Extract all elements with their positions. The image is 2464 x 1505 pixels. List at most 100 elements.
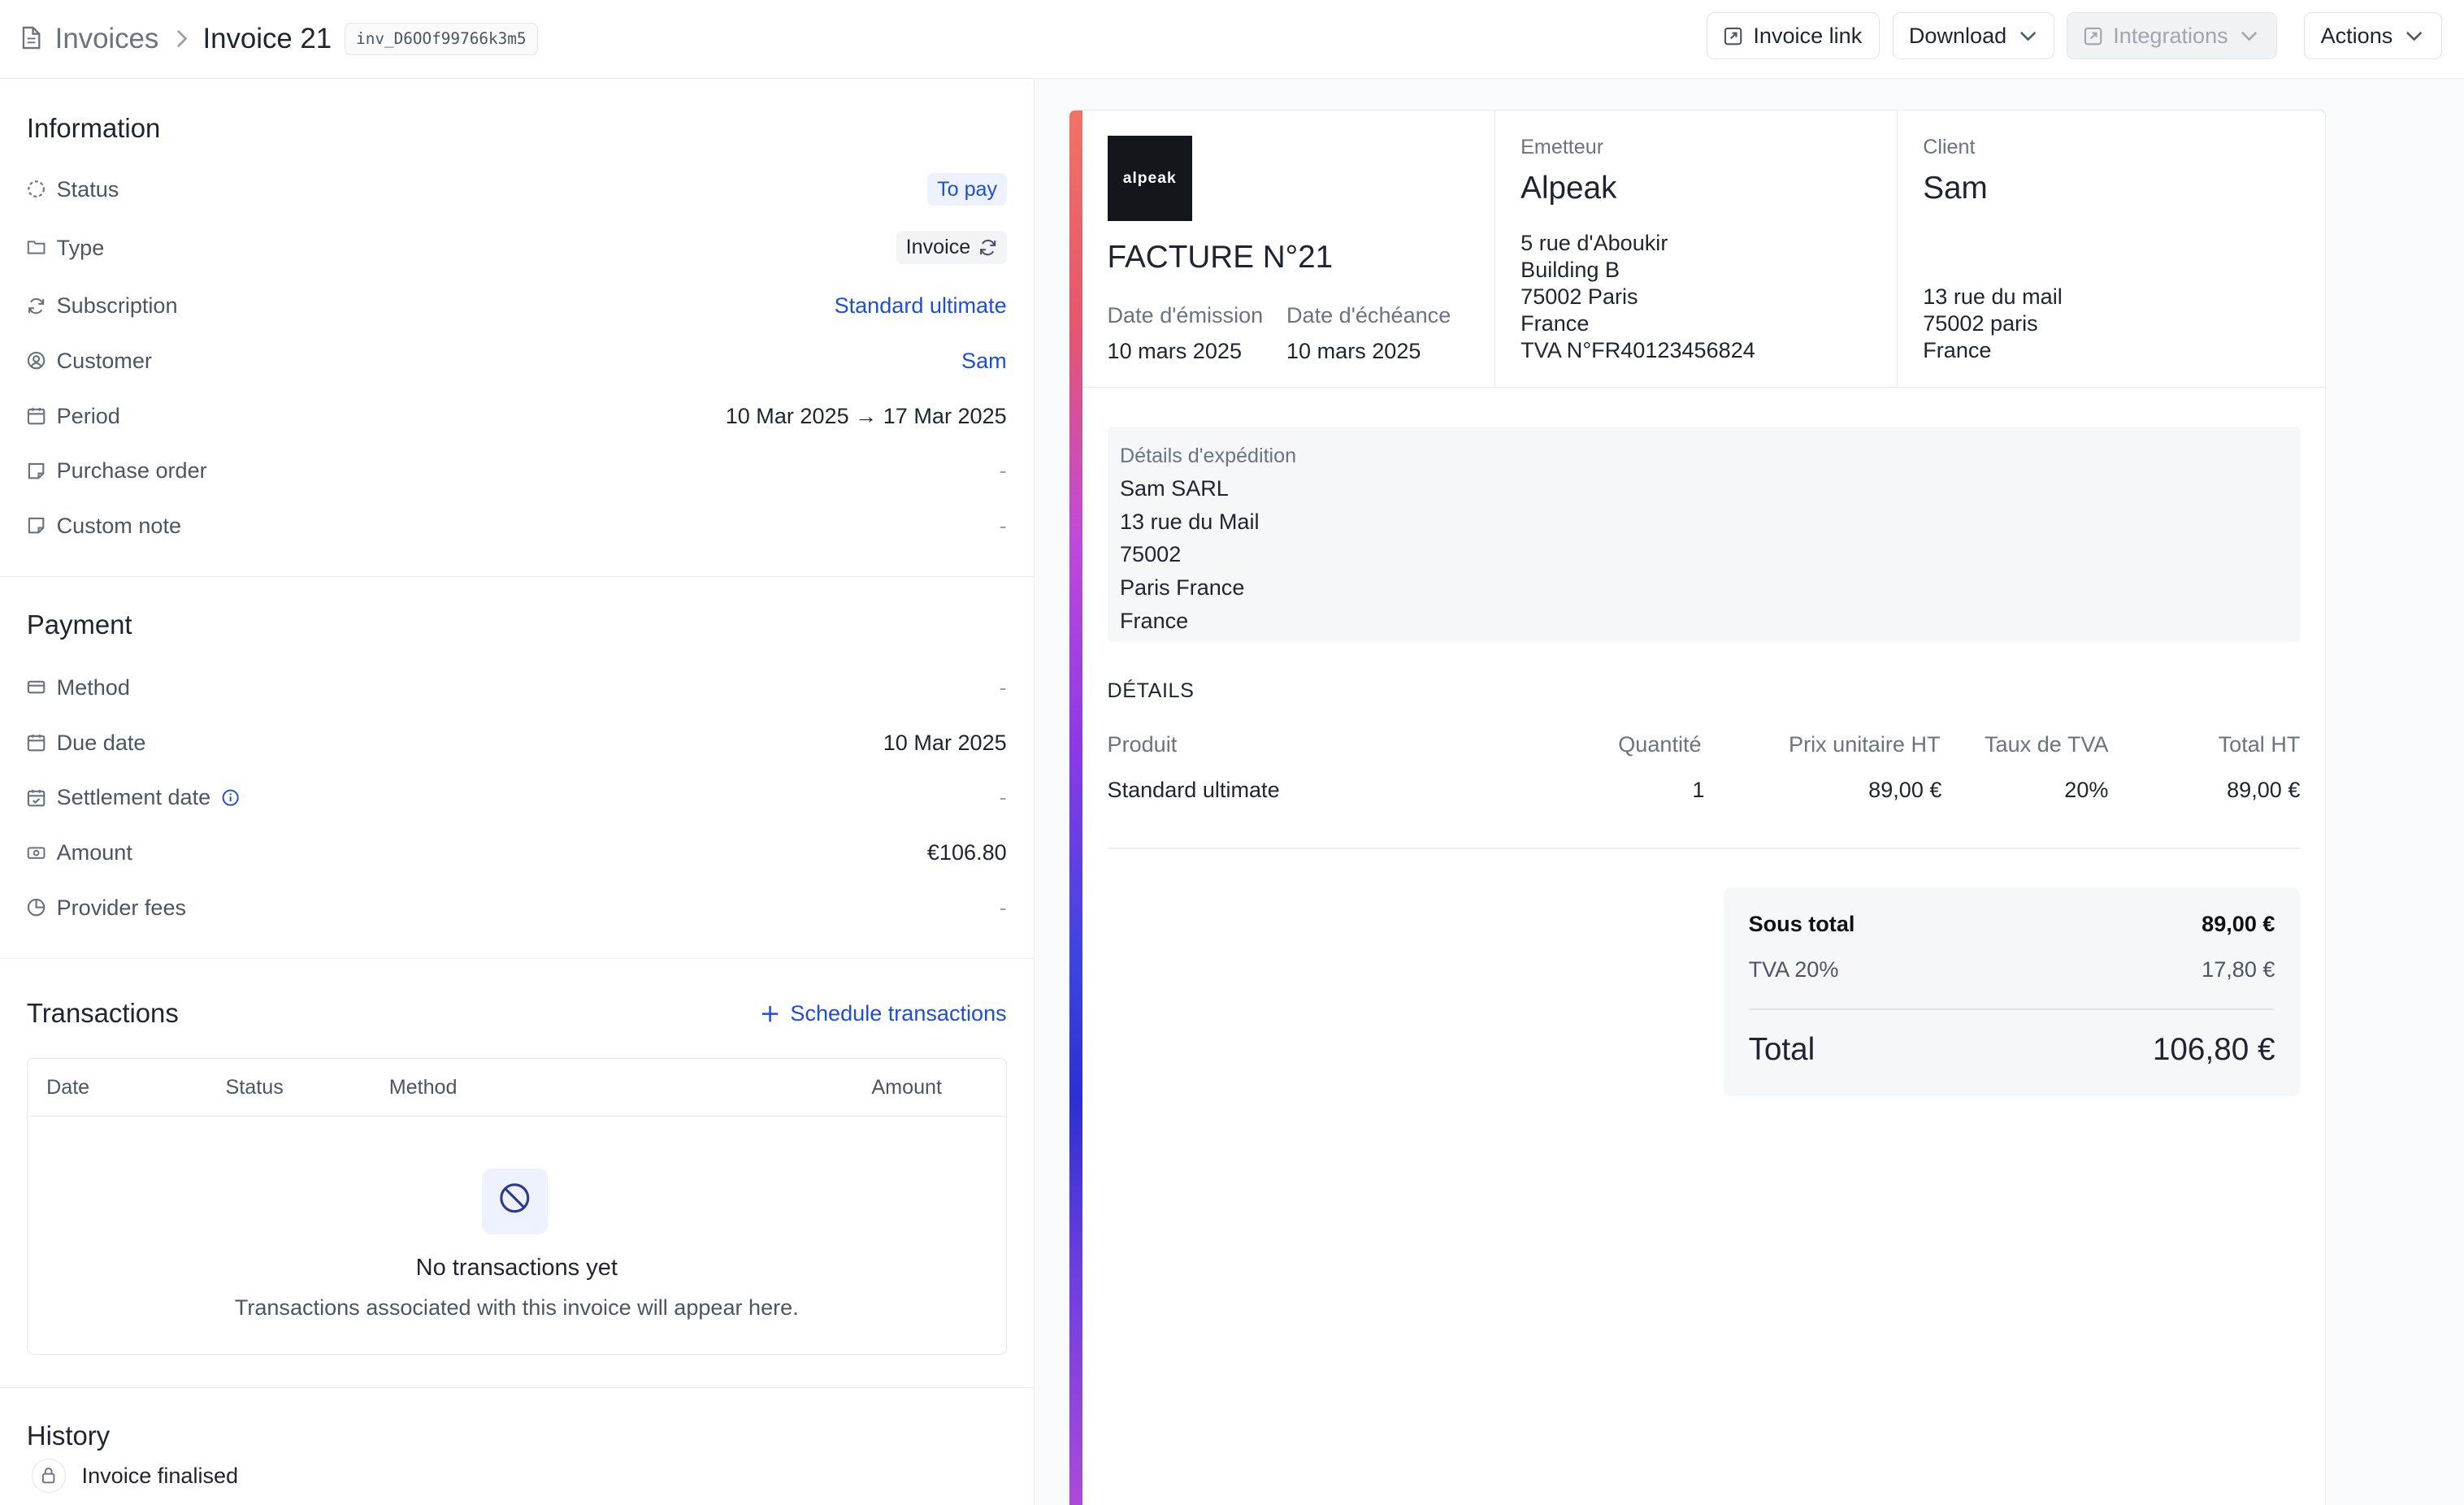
due-date-label: Due date	[56, 729, 146, 755]
integrations-button[interactable]: Integrations	[2067, 12, 2278, 60]
period-label: Period	[56, 402, 120, 428]
invoice-link-button[interactable]: Invoice link	[1707, 12, 1881, 60]
column-status[interactable]: Status	[226, 1076, 284, 1099]
purchase-order-label: Purchase order	[56, 458, 207, 484]
customer-row: Customer Sam	[27, 333, 1007, 388]
type-badge: Invoice	[896, 231, 1007, 264]
chevron-down-icon	[2241, 31, 2258, 42]
total-value: 106,80 €	[2152, 1031, 2275, 1067]
invoice-document: alpeak FACTURE N°21 Date d'émission 10 m…	[1069, 110, 2327, 1505]
company-logo: alpeak	[1107, 136, 1192, 221]
breadcrumb-invoices-link[interactable]: Invoices	[55, 23, 159, 55]
invoice-header: alpeak FACTURE N°21 Date d'émission 10 m…	[1082, 111, 2326, 388]
issuer-address-line: 75002 Paris	[1520, 284, 1638, 310]
issue-date-value: 10 mars 2025	[1107, 337, 1242, 363]
chevron-down-icon	[2019, 31, 2037, 42]
customer-link[interactable]: Sam	[961, 348, 1007, 374]
download-button[interactable]: Download	[1892, 12, 2054, 60]
invoice-details-panel[interactable]: Information Status To pay Type Invoice S…	[0, 78, 1035, 1505]
banknote-icon	[27, 844, 46, 862]
chevron-down-icon	[2405, 31, 2423, 42]
transactions-table-header: Date Status Method Amount	[27, 1059, 1006, 1117]
client-address-line: 13 rue du mail	[1923, 284, 2063, 310]
total-row: Total 106,80 €	[1749, 1032, 2275, 1068]
total-label: Total	[1748, 1031, 1815, 1067]
client-address: 13 rue du mail 75002 paris France	[1923, 284, 2063, 364]
pie-chart-icon	[27, 898, 46, 917]
breadcrumb: Invoices Invoice 21 inv_D6OOf99766k3m5	[0, 0, 539, 78]
issuer-address-line: Building B	[1520, 257, 1620, 283]
empty-state-title: No transactions yet	[415, 1255, 618, 1282]
issuer-name: Alpeak	[1520, 170, 1617, 206]
schedule-transactions-label: Schedule transactions	[790, 1000, 1007, 1026]
invoice-preview-panel[interactable]: alpeak FACTURE N°21 Date d'émission 10 m…	[1035, 78, 2464, 1505]
client-label: Client	[1923, 136, 1976, 159]
subtotal-value: 89,00 €	[2202, 910, 2275, 936]
issuer-vat-number: TVA N°FR40123456824	[1520, 336, 1755, 362]
invoice-id-chip[interactable]: inv_D6OOf99766k3m5	[344, 22, 539, 56]
client-address-line: France	[1923, 336, 1992, 362]
totals-box: Sous total 89,00 € TVA 20% 17,80 € Total…	[1723, 887, 2301, 1096]
recurring-icon	[978, 238, 997, 257]
transactions-section: Transactions Schedule transactions Date …	[0, 959, 1034, 1388]
col-product: Produit	[1107, 731, 1178, 757]
line-item-product: Standard ultimate	[1107, 777, 1280, 803]
calendar-check-icon	[27, 788, 46, 807]
column-method[interactable]: Method	[389, 1076, 458, 1099]
subscription-link[interactable]: Standard ultimate	[835, 293, 1007, 319]
document-icon	[22, 26, 44, 51]
subtotal-row: Sous total 89,00 €	[1749, 911, 2275, 937]
top-bar: Invoices Invoice 21 inv_D6OOf99766k3m5 I…	[0, 0, 2464, 79]
issuer-label: Emetteur	[1520, 136, 1604, 159]
line-item-total: 89,00 €	[2227, 777, 2301, 803]
settlement-date-label: Settlement date	[56, 784, 211, 810]
page-title: Invoice 21	[202, 22, 332, 54]
schedule-transactions-button[interactable]: Schedule transactions	[761, 1000, 1007, 1026]
shipping-line: Paris France	[1119, 574, 1245, 600]
due-date-row: Due date 10 Mar 2025	[27, 715, 1007, 770]
type-label: Type	[56, 234, 105, 260]
method-value: -	[999, 674, 1007, 700]
line-item-quantity: 1	[1692, 777, 1705, 803]
invoice-link-label: Invoice link	[1753, 23, 1863, 49]
actions-label: Actions	[2320, 23, 2393, 49]
amount-label: Amount	[56, 839, 132, 865]
info-icon[interactable]	[222, 789, 239, 806]
calendar-icon	[27, 733, 46, 752]
history-item: Invoice finalised	[27, 1458, 1007, 1494]
status-row: Status To pay	[27, 162, 1007, 217]
due-date-value: 10 Mar 2025	[883, 729, 1007, 755]
transactions-title: Transactions	[26, 998, 179, 1029]
column-amount[interactable]: Amount	[871, 1076, 942, 1099]
column-date[interactable]: Date	[46, 1076, 89, 1099]
issuer-address: 5 rue d'Aboukir Building B 75002 Paris F…	[1520, 230, 1755, 363]
period-row: Period 10 Mar 2025 → 17 Mar 2025	[27, 388, 1007, 444]
download-label: Download	[1908, 23, 2007, 49]
shipping-line: France	[1119, 607, 1189, 633]
type-row: Type Invoice	[27, 220, 1007, 275]
recurring-icon	[27, 297, 46, 315]
custom-note-value: -	[999, 512, 1007, 538]
transactions-table: Date Status Method Amount No transaction…	[26, 1057, 1007, 1355]
prohibited-icon	[497, 1181, 532, 1222]
external-link-icon	[2084, 27, 2102, 46]
actions-button[interactable]: Actions	[2304, 12, 2443, 60]
line-item-unit-price: 89,00 €	[1868, 777, 1942, 803]
customer-label: Customer	[56, 347, 152, 373]
external-link-icon	[1724, 27, 1742, 46]
shipping-label: Détails d'expédition	[1119, 444, 1297, 467]
subscription-label: Subscription	[56, 293, 178, 319]
history-title: History	[26, 1420, 111, 1451]
purchase-order-row: Purchase order -	[27, 443, 1007, 498]
invoice-number-title: FACTURE N°21	[1107, 239, 1334, 275]
col-quantity: Quantité	[1618, 731, 1702, 757]
settlement-date-value: -	[999, 784, 1007, 810]
provider-fees-label: Provider fees	[56, 894, 187, 920]
shipping-details: Détails d'expédition Sam SARL 13 rue du …	[1107, 427, 2301, 643]
amount-row: Amount €106.80	[27, 825, 1007, 880]
plus-icon	[761, 1004, 779, 1023]
information-section: Information Status To pay Type Invoice S…	[0, 79, 1034, 577]
due-date-label: Date d'échéance	[1286, 302, 1451, 328]
status-dashed-circle-icon	[27, 180, 46, 198]
client-address-line: 75002 paris	[1923, 310, 2038, 336]
